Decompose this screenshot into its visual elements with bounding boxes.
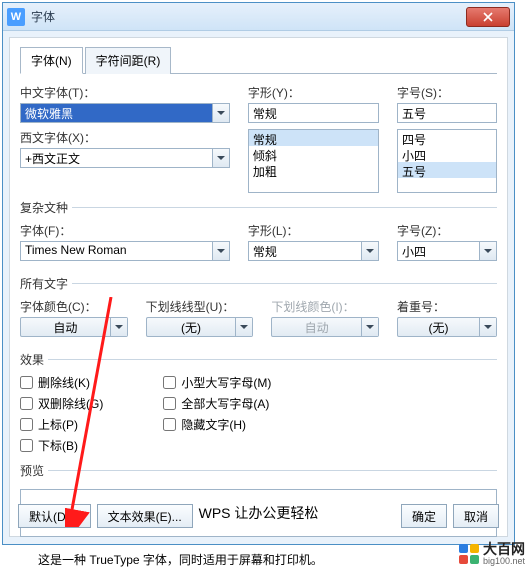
checkbox[interactable] [20,439,33,452]
check-superscript[interactable]: 上标(P) [20,416,103,433]
default-button[interactable]: 默认(D)... [18,504,91,528]
cx-style-label: 字形(L)： [248,222,379,239]
checkbox[interactable] [20,418,33,431]
west-font-label: 西文字体(X)： [20,129,230,146]
cn-style-input[interactable]: 常规 [248,103,379,123]
group-effects-legend: 效果 [20,351,48,368]
cn-style-value: 常规 [249,104,378,122]
ucolor-label: 下划线颜色(I)： [271,298,379,315]
group-alltext-legend: 所有文字 [20,275,72,292]
check-strike[interactable]: 删除线(K) [20,374,103,391]
font-dialog: W 字体 字体(N) 字符间距(R) 中文字体(T)： 微软雅黑 字形(Y)： … [2,2,515,545]
cn-size-label: 字号(S)： [397,84,497,101]
tab-spacing[interactable]: 字符间距(R) [85,47,172,74]
cn-size-input[interactable]: 五号 [397,103,497,123]
cx-style-combo[interactable]: 常规 [248,241,379,261]
tab-font[interactable]: 字体(N) [20,47,83,74]
cx-size-label: 字号(Z)： [397,222,497,239]
checkbox[interactable] [20,397,33,410]
close-button[interactable] [466,7,510,27]
titlebar: W 字体 [3,3,514,31]
row-west: 西文字体(X)： +西文正文 常规 倾斜 加粗 四号 小四 五号 [20,129,497,193]
chevron-down-icon [212,242,229,260]
uline-label: 下划线线型(U)： [146,298,254,315]
list-item[interactable]: 常规 [249,130,378,146]
chevron-down-icon [235,318,252,336]
cn-style-label: 字形(Y)： [248,84,379,101]
size-listbox[interactable]: 四号 小四 五号 [397,129,497,193]
color-label: 字体颜色(C)： [20,298,128,315]
row-cn: 中文字体(T)： 微软雅黑 字形(Y)： 常规 字号(S)： 五号 [20,84,497,123]
cx-font-label: 字体(F)： [20,222,230,239]
cx-size-combo[interactable]: 小四 [397,241,497,261]
underline-style-combo[interactable]: (无) [146,317,254,337]
chevron-down-icon [361,318,378,336]
check-allcaps[interactable]: 全部大写字母(A) [163,395,271,412]
chevron-down-icon [110,318,127,336]
close-icon [483,12,493,22]
cancel-button[interactable]: 取消 [453,504,499,528]
watermark-brand: 大百网 [483,542,525,556]
button-bar: 默认(D)... 文本效果(E)... 确定 取消 [18,504,499,528]
list-item[interactable]: 五号 [398,162,496,178]
emph-value: (无) [398,318,479,336]
cn-font-value: 微软雅黑 [21,104,212,122]
check-subscript[interactable]: 下标(B) [20,437,103,454]
check-double-strike[interactable]: 双删除线(G) [20,395,103,412]
emphasis-combo[interactable]: (无) [397,317,497,337]
app-icon: W [7,8,25,26]
checkbox[interactable] [163,376,176,389]
cx-font-value: Times New Roman [21,242,212,260]
cx-font-combo[interactable]: Times New Roman [20,241,230,261]
font-color-combo[interactable]: 自动 [20,317,128,337]
group-alltext: 所有文字 字体颜色(C)： 自动 下划线线型(U)： (无) [20,275,497,345]
checkbox[interactable] [163,397,176,410]
truetype-note: 这是一种 TrueType 字体，同时适用于屏幕和打印机。 [38,551,497,568]
uline-value: (无) [147,318,236,336]
west-font-value: +西文正文 [21,149,212,167]
chevron-down-icon [212,149,229,167]
window-title: 字体 [31,8,466,25]
chevron-down-icon [479,318,496,336]
group-complex-legend: 复杂文种 [20,199,72,216]
cn-font-combo[interactable]: 微软雅黑 [20,103,230,123]
list-item[interactable]: 小四 [398,146,496,162]
check-smallcaps[interactable]: 小型大写字母(M) [163,374,271,391]
ucolor-value: 自动 [272,318,361,336]
chevron-down-icon [361,242,378,260]
style-listbox[interactable]: 常规 倾斜 加粗 [248,129,379,193]
list-item[interactable]: 四号 [398,130,496,146]
ok-button[interactable]: 确定 [401,504,447,528]
dialog-body: 字体(N) 字符间距(R) 中文字体(T)： 微软雅黑 字形(Y)： 常规 字号… [9,37,508,537]
west-font-combo[interactable]: +西文正文 [20,148,230,168]
chevron-down-icon [479,242,496,260]
cn-size-value: 五号 [398,104,496,122]
list-item[interactable]: 加粗 [249,162,378,178]
group-preview-legend: 预览 [20,462,48,479]
color-value: 自动 [21,318,110,336]
check-hidden[interactable]: 隐藏文字(H) [163,416,271,433]
group-complex: 复杂文种 字体(F)： Times New Roman 字形(L)： 常规 [20,199,497,269]
emph-label: 着重号： [397,298,497,315]
group-effects: 效果 删除线(K) 双删除线(G) 上标(P) 下标(B) 小型大写字母(M) … [20,351,497,456]
underline-color-combo: 自动 [271,317,379,337]
cn-font-label: 中文字体(T)： [20,84,230,101]
watermark-logo-icon [459,544,479,564]
cx-style-value: 常规 [249,242,361,260]
checkbox[interactable] [163,418,176,431]
checkbox[interactable] [20,376,33,389]
list-item[interactable]: 倾斜 [249,146,378,162]
cx-size-value: 小四 [398,242,479,260]
watermark-url: big100.net [483,556,525,566]
tab-strip: 字体(N) 字符间距(R) [20,46,497,74]
watermark: 大百网 big100.net [459,542,525,566]
text-effect-button[interactable]: 文本效果(E)... [97,504,193,528]
chevron-down-icon [212,104,229,122]
